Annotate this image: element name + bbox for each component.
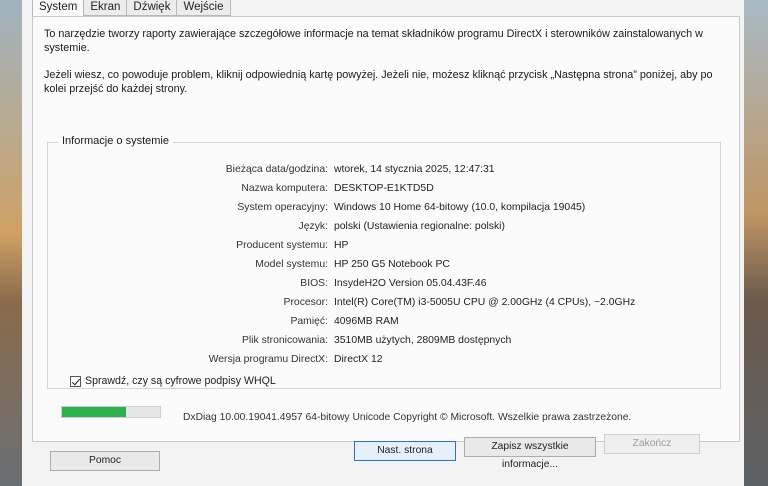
info-row-processor: Procesor: Intel(R) Core(TM) i3-5005U CPU…	[48, 296, 720, 310]
desktop-background-right	[744, 0, 768, 486]
info-row-memory: Pamięć: 4096MB RAM	[48, 315, 720, 329]
computer-name-label: Nazwa komputera:	[241, 183, 328, 194]
help-button[interactable]: Pomoc	[50, 451, 160, 471]
model-label: Model systemu:	[255, 259, 328, 270]
datetime-label: Bieżąca data/godzina:	[225, 164, 328, 175]
whql-check-row[interactable]: Sprawdź, czy są cyfrowe podpisy WHQL	[70, 375, 276, 387]
exit-button[interactable]: Zakończ	[604, 434, 700, 454]
save-all-info-button[interactable]: Zapisz wszystkie informacje...	[464, 437, 596, 470]
language-label: Język:	[298, 221, 328, 232]
directx-label: Wersja programu DirectX:	[208, 354, 328, 365]
info-row-bios: BIOS: InsydeH2O Version 05.04.43F.46	[48, 277, 720, 291]
computer-name-value: DESKTOP-E1KTD5D	[334, 183, 434, 194]
tab-input[interactable]: Wejście	[176, 0, 231, 16]
info-row-directx: Wersja programu DirectX: DirectX 12	[48, 353, 720, 367]
dxdiag-window: System Ekran Dźwięk Wejście To narzędzie…	[22, 0, 744, 486]
language-value: polski (Ustawienia regionalne: polski)	[334, 221, 505, 232]
intro-text: To narzędzie tworzy raporty zawierające …	[44, 27, 724, 109]
progress-fill	[62, 407, 126, 417]
os-value: Windows 10 Home 64-bitowy (10.0, kompila…	[334, 202, 586, 213]
info-row-datetime: Bieżąca data/godzina: wtorek, 14 styczni…	[48, 163, 720, 177]
info-row-os: System operacyjny: Windows 10 Home 64-bi…	[48, 201, 720, 215]
datetime-value: wtorek, 14 stycznia 2025, 12:47:31	[334, 164, 495, 175]
page-file-value: 3510MB użytych, 2809MB dostępnych	[334, 335, 512, 346]
whql-label: Sprawdź, czy są cyfrowe podpisy WHQL	[85, 375, 276, 387]
tab-strip: System Ekran Dźwięk Wejście	[32, 0, 231, 17]
processor-label: Procesor:	[283, 297, 328, 308]
tab-system[interactable]: System	[32, 0, 85, 17]
os-label: System operacyjny:	[237, 202, 328, 213]
copyright-text: DxDiag 10.00.19041.4957 64-bitowy Unicod…	[183, 412, 632, 423]
system-info-title: Informacje o systemie	[58, 135, 173, 147]
intro-paragraph-2: Jeżeli wiesz, co powoduje problem, klikn…	[44, 69, 713, 95]
info-row-page-file: Plik stronicowania: 3510MB użytych, 2809…	[48, 334, 720, 348]
memory-value: 4096MB RAM	[334, 316, 399, 327]
page-file-label: Plik stronicowania:	[241, 335, 328, 346]
model-value: HP 250 G5 Notebook PC	[334, 259, 450, 270]
memory-label: Pamięć:	[290, 316, 328, 327]
progress-bar	[61, 406, 161, 418]
desktop-background-left	[0, 0, 22, 486]
processor-value: Intel(R) Core(TM) i3-5005U CPU @ 2.00GHz…	[334, 297, 636, 308]
manufacturer-value: HP	[334, 240, 349, 251]
tab-sound[interactable]: Dźwięk	[126, 0, 178, 16]
info-row-manufacturer: Producent systemu: HP	[48, 239, 720, 253]
info-row-model: Model systemu: HP 250 G5 Notebook PC	[48, 258, 720, 272]
tab-display[interactable]: Ekran	[83, 0, 128, 16]
bios-value: InsydeH2O Version 05.04.43F.46	[334, 278, 487, 289]
manufacturer-label: Producent systemu:	[236, 240, 328, 251]
directx-value: DirectX 12	[334, 354, 383, 365]
bios-label: BIOS:	[300, 278, 328, 289]
system-info-group: Informacje o systemie Bieżąca data/godzi…	[47, 135, 721, 389]
intro-paragraph-1: To narzędzie tworzy raporty zawierające …	[44, 28, 703, 54]
system-tab-panel: To narzędzie tworzy raporty zawierające …	[32, 16, 740, 442]
next-page-button[interactable]: Nast. strona	[354, 441, 456, 461]
whql-checkbox[interactable]	[70, 375, 81, 387]
info-row-computer-name: Nazwa komputera: DESKTOP-E1KTD5D	[48, 182, 720, 196]
info-row-language: Język: polski (Ustawienia regionalne: po…	[48, 220, 720, 234]
